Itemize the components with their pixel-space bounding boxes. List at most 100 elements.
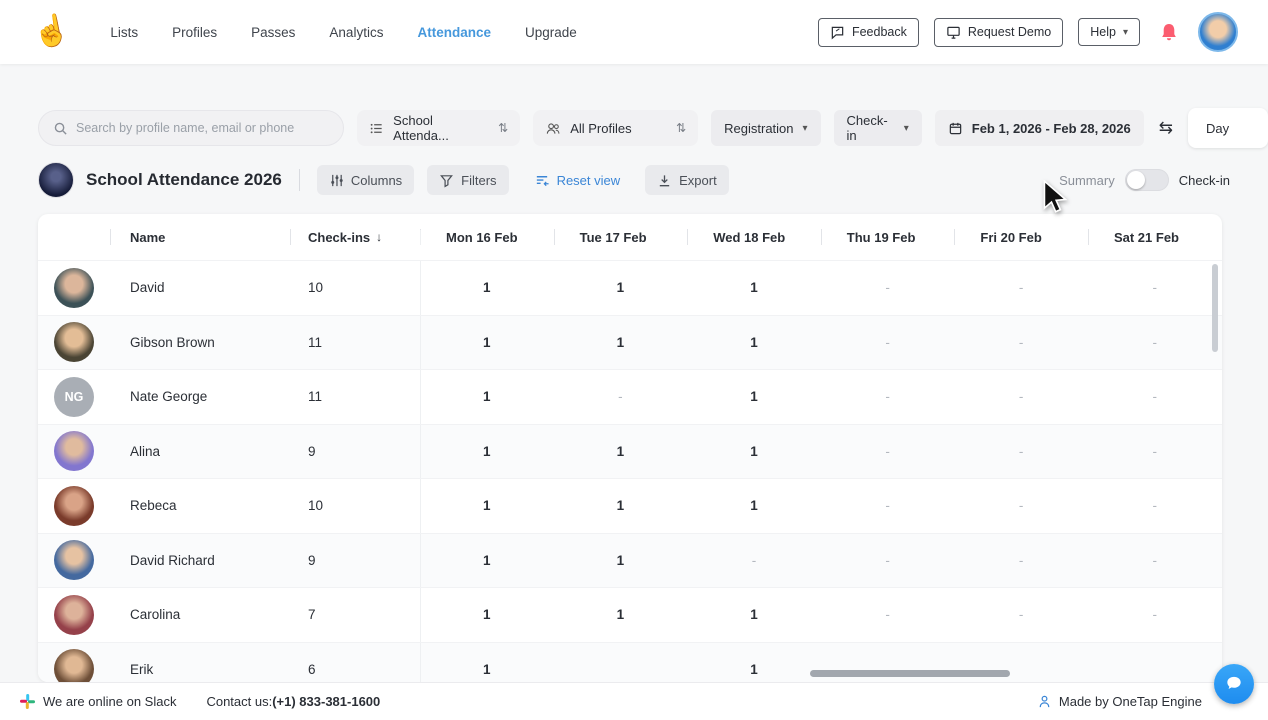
day-value: 1 <box>420 425 554 479</box>
registration-dropdown[interactable]: Registration ▾ <box>711 110 820 146</box>
chat-icon <box>1224 674 1244 694</box>
checkins-count: 9 <box>290 553 420 568</box>
col-header-checkins[interactable]: Check-ins ↓ <box>290 230 420 245</box>
swap-dates-icon[interactable]: ⇆ <box>1157 118 1175 138</box>
day-value: 1 <box>687 261 821 315</box>
avatar-cell <box>38 540 110 580</box>
checkins-count: 10 <box>290 280 420 295</box>
col-header-day-3: Thu 19 Feb <box>821 230 955 245</box>
col-header-day-4: Fri 20 Feb <box>954 230 1088 245</box>
table-row[interactable]: David Richard 9 1 1 - - - - <box>38 533 1222 588</box>
footer: We are online on Slack Contact us: (+1) … <box>0 682 1268 720</box>
nav-upgrade[interactable]: Upgrade <box>525 25 577 40</box>
made-by-text: Made by OneTap Engine <box>1059 694 1202 709</box>
day-value: - <box>821 261 955 315</box>
day-value: 1 <box>420 479 554 533</box>
nav-analytics[interactable]: Analytics <box>329 25 383 40</box>
request-demo-button[interactable]: Request Demo <box>934 18 1063 47</box>
chevron-down-icon: ▾ <box>803 123 808 134</box>
checkin-label: Check-in <box>847 113 895 143</box>
reset-view-label: Reset view <box>557 173 621 188</box>
toggle-label-checkin[interactable]: Check-in <box>1179 173 1230 188</box>
day-value: - <box>954 370 1088 424</box>
funnel-icon <box>439 173 454 188</box>
day-value: - <box>821 425 955 479</box>
day-value: 1 <box>554 425 688 479</box>
search-input[interactable] <box>76 121 329 135</box>
slack-icon <box>20 694 35 709</box>
list-selector[interactable]: School Attenda... ⇅ <box>357 110 520 146</box>
summary-checkin-toggle[interactable] <box>1125 169 1169 191</box>
profile-name: Rebeca <box>110 498 290 513</box>
user-avatar[interactable] <box>1198 12 1238 52</box>
contact-phone[interactable]: (+1) 833-381-1600 <box>272 694 380 709</box>
day-value: 1 <box>554 479 688 533</box>
profile-avatar <box>54 486 94 526</box>
table-row[interactable]: Alina 9 1 1 1 - - - <box>38 424 1222 479</box>
day-view-button[interactable]: Day <box>1188 108 1268 148</box>
export-button[interactable]: Export <box>645 165 729 195</box>
day-value <box>1088 643 1222 683</box>
day-value: 1 <box>420 643 554 683</box>
day-value: 1 <box>420 588 554 642</box>
checkins-count: 7 <box>290 607 420 622</box>
day-value: - <box>954 588 1088 642</box>
feedback-label: Feedback <box>852 25 907 39</box>
monitor-icon <box>946 25 961 40</box>
notification-bell-icon[interactable] <box>1159 21 1179 43</box>
help-button[interactable]: Help ▾ <box>1078 18 1140 46</box>
chevron-down-icon: ▾ <box>1123 27 1128 38</box>
table-row[interactable]: Gibson Brown 11 1 1 1 - - - <box>38 315 1222 370</box>
table-row[interactable]: Carolina 7 1 1 1 - - - <box>38 587 1222 642</box>
day-value: - <box>821 316 955 370</box>
avatar-cell <box>38 595 110 635</box>
made-by-link[interactable]: Made by OneTap Engine <box>1037 694 1202 709</box>
checkins-count: 11 <box>290 389 420 404</box>
list-selector-value: School Attenda... <box>393 113 489 143</box>
table-row[interactable]: David 10 1 1 1 - - - <box>38 260 1222 315</box>
avatar-cell <box>38 649 110 682</box>
table-row[interactable]: NG Nate George 11 1 - 1 - - - <box>38 369 1222 424</box>
search-box[interactable] <box>38 110 344 146</box>
select-caret-icon: ⇅ <box>498 121 508 135</box>
profiles-selector[interactable]: All Profiles ⇅ <box>533 110 698 146</box>
day-value: 1 <box>554 534 688 588</box>
checkins-count: 6 <box>290 662 420 677</box>
avatar-cell <box>38 486 110 526</box>
filters-button[interactable]: Filters <box>427 165 508 195</box>
col-header-day-5: Sat 21 Feb <box>1088 230 1222 245</box>
avatar-cell <box>38 431 110 471</box>
chat-widget-button[interactable] <box>1214 664 1254 704</box>
vertical-scrollbar[interactable] <box>1212 264 1218 352</box>
day-value: - <box>821 370 955 424</box>
view-toggle-group: Summary Check-in <box>1059 169 1230 191</box>
day-value: - <box>954 261 1088 315</box>
columns-button[interactable]: Columns <box>317 165 414 195</box>
search-icon <box>53 121 68 136</box>
onetap-logo-icon[interactable]: ☝ <box>31 14 73 50</box>
horizontal-scrollbar[interactable] <box>810 670 1010 677</box>
profile-avatar <box>54 431 94 471</box>
table-row[interactable]: Rebeca 10 1 1 1 - - - <box>38 478 1222 533</box>
people-icon <box>545 121 561 136</box>
avatar-cell <box>38 322 110 362</box>
toggle-label-summary[interactable]: Summary <box>1059 173 1115 188</box>
table-row[interactable]: Erik 6 1 1 <box>38 642 1222 683</box>
profile-avatar <box>54 322 94 362</box>
calendar-icon <box>948 121 963 136</box>
nav-attendance[interactable]: Attendance <box>417 25 491 40</box>
checkin-dropdown[interactable]: Check-in ▾ <box>834 110 922 146</box>
help-label: Help <box>1090 25 1116 39</box>
date-range-picker[interactable]: Feb 1, 2026 - Feb 28, 2026 <box>935 110 1144 146</box>
nav-passes[interactable]: Passes <box>251 25 295 40</box>
day-value: 1 <box>687 643 821 683</box>
person-icon <box>1037 694 1052 709</box>
reset-view-icon <box>534 173 550 188</box>
profile-name: Carolina <box>110 607 290 622</box>
nav-lists[interactable]: Lists <box>110 25 138 40</box>
slack-link[interactable]: We are online on Slack <box>20 694 176 709</box>
nav-profiles[interactable]: Profiles <box>172 25 217 40</box>
reset-view-button[interactable]: Reset view <box>522 165 633 195</box>
feedback-button[interactable]: Feedback <box>818 18 919 47</box>
col-header-checkins-label: Check-ins <box>308 230 370 245</box>
